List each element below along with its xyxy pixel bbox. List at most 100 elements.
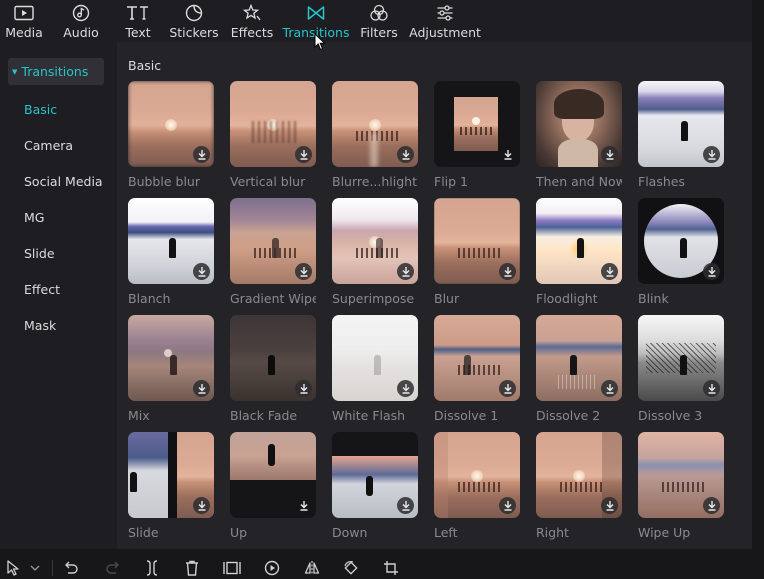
transition-thumbnail[interactable] — [332, 198, 418, 284]
download-icon[interactable] — [295, 263, 312, 280]
transition-card[interactable]: Dissolve 1 — [434, 315, 520, 423]
download-icon[interactable] — [295, 146, 312, 163]
download-icon[interactable] — [295, 497, 312, 514]
tab-stickers[interactable]: Stickers — [169, 0, 219, 42]
delete-button[interactable] — [183, 558, 201, 578]
transition-thumbnail[interactable] — [230, 81, 316, 167]
transition-card[interactable]: Blanch — [128, 198, 214, 306]
transition-thumbnail[interactable] — [638, 198, 724, 284]
mirror-button[interactable] — [302, 558, 322, 578]
download-icon[interactable] — [397, 263, 414, 280]
transition-thumbnail[interactable] — [536, 432, 622, 518]
play-range-button[interactable] — [262, 558, 282, 578]
download-icon[interactable] — [703, 263, 720, 280]
transition-card[interactable]: Right — [536, 432, 622, 540]
download-icon[interactable] — [295, 380, 312, 397]
undo-button[interactable] — [62, 558, 80, 578]
download-icon[interactable] — [601, 263, 618, 280]
transition-thumbnail[interactable] — [434, 81, 520, 167]
download-icon[interactable] — [499, 380, 516, 397]
transition-card[interactable]: Down — [332, 432, 418, 540]
transition-card[interactable]: Superimpose — [332, 198, 418, 306]
transition-thumbnail[interactable] — [638, 432, 724, 518]
transition-card[interactable]: Blink — [638, 198, 724, 306]
transition-card[interactable]: Dissolve 2 — [536, 315, 622, 423]
transition-card[interactable]: Dissolve 3 — [638, 315, 724, 423]
transition-card[interactable]: Then and Now — [536, 81, 622, 189]
download-icon[interactable] — [397, 380, 414, 397]
transition-card[interactable]: Flashes — [638, 81, 724, 189]
sidebar-item-social-media[interactable]: Social Media — [24, 174, 103, 189]
transition-thumbnail[interactable] — [230, 315, 316, 401]
transition-card[interactable]: Floodlight — [536, 198, 622, 306]
download-icon[interactable] — [499, 146, 516, 163]
tab-adjustment[interactable]: Adjustment — [409, 0, 481, 42]
download-icon[interactable] — [499, 497, 516, 514]
transition-thumbnail[interactable] — [434, 198, 520, 284]
download-icon[interactable] — [499, 263, 516, 280]
transition-card[interactable]: Up — [230, 432, 316, 540]
transition-thumbnail[interactable] — [128, 198, 214, 284]
download-icon[interactable] — [397, 146, 414, 163]
transition-thumbnail[interactable] — [638, 315, 724, 401]
transition-thumbnail[interactable] — [128, 315, 214, 401]
split-button[interactable] — [143, 558, 161, 578]
download-icon[interactable] — [703, 497, 720, 514]
download-icon[interactable] — [703, 146, 720, 163]
transition-card[interactable]: White Flash — [332, 315, 418, 423]
transition-thumbnail[interactable] — [638, 81, 724, 167]
transition-card[interactable]: Bubble blur — [128, 81, 214, 189]
download-icon[interactable] — [397, 497, 414, 514]
transition-thumbnail[interactable] — [230, 198, 316, 284]
transition-card[interactable]: Black Fade — [230, 315, 316, 423]
download-icon[interactable] — [601, 497, 618, 514]
transition-card[interactable]: Left — [434, 432, 520, 540]
transition-thumbnail[interactable] — [332, 81, 418, 167]
download-icon[interactable] — [193, 497, 210, 514]
transition-card[interactable]: Wipe Up — [638, 432, 724, 540]
transition-thumbnail[interactable] — [128, 432, 214, 518]
transition-card[interactable]: Mix — [128, 315, 214, 423]
transition-thumbnail[interactable] — [536, 81, 622, 167]
transition-card[interactable]: Blur — [434, 198, 520, 306]
transition-card[interactable]: Gradient Wipe — [230, 198, 316, 306]
sidebar-item-mask[interactable]: Mask — [24, 318, 56, 333]
tab-audio[interactable]: Audio — [62, 0, 100, 42]
transition-thumbnail[interactable] — [434, 432, 520, 518]
transition-thumbnail[interactable] — [128, 81, 214, 167]
transition-card[interactable]: Flip 1 — [434, 81, 520, 189]
crop-button[interactable] — [381, 558, 401, 578]
trim-button[interactable] — [222, 558, 242, 578]
redo-button[interactable] — [104, 558, 122, 578]
sidebar-item-slide[interactable]: Slide — [24, 246, 55, 261]
download-icon[interactable] — [703, 380, 720, 397]
download-icon[interactable] — [601, 380, 618, 397]
transition-thumbnail[interactable] — [332, 315, 418, 401]
select-tool-button[interactable] — [4, 558, 22, 578]
sidebar-header-transitions[interactable]: ▼ Transitions — [8, 58, 104, 85]
transition-card[interactable]: Blurre...hlight — [332, 81, 418, 189]
transition-thumbnail[interactable] — [536, 198, 622, 284]
sidebar-item-effect[interactable]: Effect — [24, 282, 60, 297]
tab-effects[interactable]: Effects — [231, 0, 273, 42]
transition-label: Floodlight — [536, 291, 598, 306]
transition-card[interactable]: Vertical blur — [230, 81, 316, 189]
download-icon[interactable] — [601, 146, 618, 163]
rotate-button[interactable] — [341, 558, 361, 578]
tab-text[interactable]: Text — [123, 0, 153, 42]
tab-media[interactable]: Media — [4, 0, 44, 42]
download-icon[interactable] — [193, 380, 210, 397]
sidebar-item-camera[interactable]: Camera — [24, 138, 73, 153]
mirror-icon — [304, 560, 320, 576]
download-icon[interactable] — [193, 263, 210, 280]
transition-thumbnail[interactable] — [230, 432, 316, 518]
transition-thumbnail[interactable] — [332, 432, 418, 518]
tab-filters[interactable]: Filters — [360, 0, 398, 42]
transition-thumbnail[interactable] — [536, 315, 622, 401]
sidebar-item-basic[interactable]: Basic — [24, 102, 57, 117]
sidebar-item-mg[interactable]: MG — [24, 210, 44, 225]
select-mode-dropdown[interactable] — [28, 558, 42, 578]
transition-card[interactable]: Slide — [128, 432, 214, 540]
transition-thumbnail[interactable] — [434, 315, 520, 401]
download-icon[interactable] — [193, 146, 210, 163]
